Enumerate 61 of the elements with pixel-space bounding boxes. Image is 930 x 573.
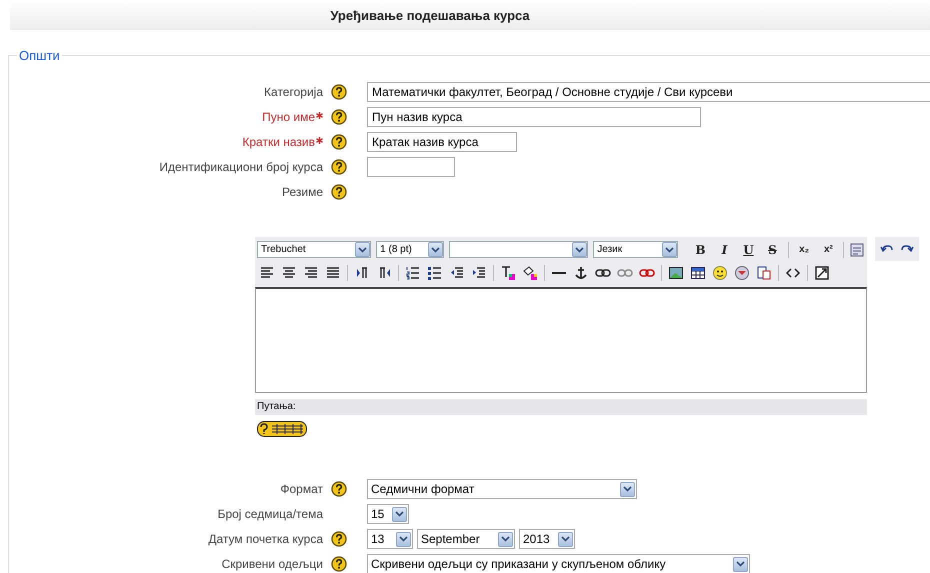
text-field[interactable]: Пун назив курса [367, 107, 701, 127]
fullscreen-icon[interactable] [814, 264, 830, 280]
field-label: Кратки назив [242, 134, 315, 151]
indent-icon[interactable] [471, 264, 487, 280]
dropdown[interactable]: 15 [367, 504, 409, 524]
help-icon[interactable] [331, 481, 347, 497]
paste-word-icon[interactable] [849, 242, 866, 258]
toolbar-dropdown[interactable]: Језик [593, 241, 678, 258]
help-badge-icon[interactable] [257, 420, 307, 436]
smiley-icon[interactable] [712, 264, 728, 280]
field-label: Категорија [264, 84, 323, 101]
script-button[interactable]: x₂ [794, 240, 814, 258]
dropdown[interactable]: Седмични формат [367, 479, 637, 499]
table-icon[interactable] [690, 264, 706, 280]
justify-icon[interactable] [325, 264, 341, 280]
help-icon[interactable] [331, 159, 347, 175]
paragraph-right-icon[interactable] [354, 264, 370, 280]
align-right-icon[interactable] [303, 264, 319, 280]
toolbar-dropdown[interactable]: Trebuchet [257, 241, 372, 258]
help-icon[interactable] [331, 531, 347, 547]
help-icon[interactable] [331, 184, 347, 200]
align-center-icon[interactable] [281, 264, 297, 280]
background-color-icon[interactable] [522, 264, 538, 280]
outdent-icon[interactable] [449, 264, 465, 280]
help-icon[interactable] [331, 109, 347, 125]
numbered-list-icon[interactable] [405, 264, 421, 280]
field-label: Идентификациони број курса [159, 159, 323, 176]
dropdown[interactable]: 13 [367, 529, 413, 549]
field-label: Резиме [282, 184, 323, 201]
page-title: Уређивање подешавања курса [330, 7, 530, 26]
field-label: Број седмица/тема [218, 506, 323, 523]
required-asterisk-icon [316, 112, 323, 119]
toolbar-dropdown[interactable]: 1 (8 pt) [376, 241, 444, 258]
image-icon[interactable] [668, 264, 684, 280]
section-legend: Општи [17, 46, 62, 66]
align-left-icon[interactable] [259, 264, 275, 280]
path-label: Путања: [257, 400, 296, 414]
dropdown[interactable]: Скривени одељци су приказани у скупљеном облику [367, 554, 750, 573]
text-field[interactable] [367, 157, 455, 177]
anchor-icon[interactable] [573, 264, 589, 280]
format-button[interactable]: I [713, 240, 736, 258]
dropdown[interactable]: 2013 [519, 529, 575, 549]
field-label: Пуно име [262, 109, 315, 126]
format-button[interactable]: U [737, 240, 760, 258]
required-asterisk-icon [316, 137, 323, 144]
help-icon[interactable] [331, 84, 347, 100]
text-field[interactable]: Математички факултет, Београд / Основне студије / Сви курсеви [367, 82, 930, 102]
text-field[interactable]: Кратак назив курса [367, 132, 517, 152]
field-label: Датум почетка курса [208, 531, 323, 548]
help-icon[interactable] [331, 134, 347, 150]
field-label: Скривени одељци [222, 556, 323, 573]
field-label: Формат [280, 481, 323, 498]
dropdown[interactable]: September [417, 529, 515, 549]
text-color-icon[interactable] [500, 264, 516, 280]
script-button[interactable]: x² [818, 240, 838, 258]
help-icon[interactable] [331, 556, 347, 572]
format-button[interactable]: S [761, 240, 784, 258]
bullet-list-icon[interactable] [427, 264, 443, 280]
editor-text-area[interactable] [255, 286, 867, 392]
search-replace-icon[interactable] [756, 264, 772, 280]
format-button[interactable]: B [689, 240, 712, 258]
